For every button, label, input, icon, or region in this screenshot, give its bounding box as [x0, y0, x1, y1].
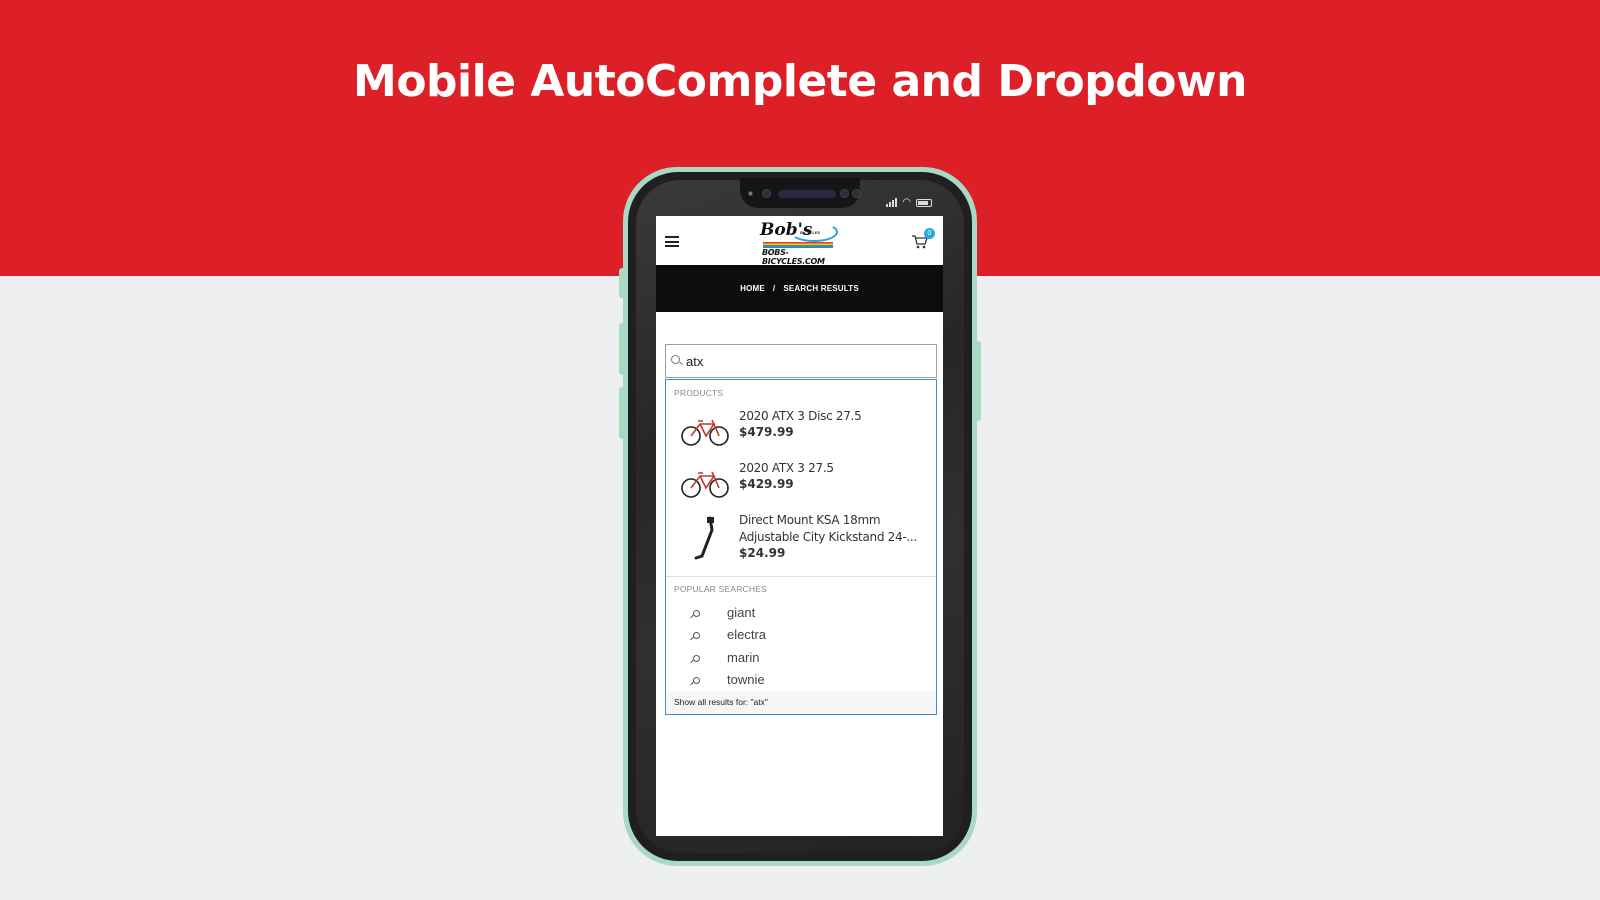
autocomplete-dropdown: PRODUCTS 2020 ATX 3 Disc 27.5 $479.99 20…	[665, 379, 937, 715]
breadcrumb-current: SEARCH RESULTS	[783, 284, 859, 293]
popular-search-item[interactable]: giant	[666, 603, 936, 625]
status-bar: ◠	[886, 197, 932, 208]
page-title: Mobile AutoComplete and Dropdown	[353, 56, 1247, 107]
sensor-dot	[748, 191, 753, 196]
bicycle-icon	[681, 419, 729, 446]
popular-search-label: townie	[727, 672, 765, 687]
search-icon	[693, 632, 700, 639]
breadcrumb-separator: /	[772, 284, 776, 293]
product-suggestion[interactable]: Direct Mount KSA 18mm Adjustable City Ki…	[666, 512, 936, 574]
battery-icon	[916, 198, 932, 207]
wifi-icon: ◠	[902, 197, 911, 208]
show-all-results-link[interactable]: Show all results for: "atx"	[666, 691, 936, 714]
cart-button[interactable]: 0	[911, 228, 935, 250]
kickstand-icon	[694, 516, 714, 560]
breadcrumb: HOME / SEARCH RESULTS	[656, 265, 943, 312]
search-icon	[693, 610, 700, 617]
popular-section-label: POPULAR SEARCHES	[674, 584, 767, 594]
product-suggestion[interactable]: 2020 ATX 3 27.5 $429.99	[666, 460, 936, 508]
section-divider	[666, 576, 936, 577]
breadcrumb-home[interactable]: HOME	[740, 284, 765, 293]
popular-search-item[interactable]: marin	[666, 648, 936, 670]
products-section-label: PRODUCTS	[674, 388, 724, 398]
logo-url: BOBS-BICYCLES.COM	[762, 248, 825, 266]
menu-icon[interactable]	[665, 236, 679, 247]
product-name: 2020 ATX 3 Disc 27.5	[739, 409, 862, 423]
volume-up-button	[619, 323, 625, 375]
product-name: 2020 ATX 3 27.5	[739, 461, 834, 475]
sensor-icon	[840, 189, 849, 198]
bicycle-icon	[681, 471, 729, 498]
earpiece-speaker	[778, 190, 836, 198]
search-field[interactable]	[665, 344, 937, 378]
mute-switch	[619, 268, 625, 298]
product-price: $479.99	[739, 425, 794, 439]
logo-subtitle: BICYCLES	[800, 230, 821, 235]
phone-screen: Bob's BICYCLES BOBS-BICYCLES.COM 0 HOME /…	[656, 216, 943, 836]
search-input[interactable]	[686, 345, 926, 377]
volume-down-button	[619, 387, 625, 439]
product-price: $24.99	[739, 546, 786, 560]
popular-search-label: marin	[727, 650, 760, 665]
cart-count-badge: 0	[924, 228, 935, 239]
signal-icon	[886, 198, 898, 207]
popular-search-label: giant	[727, 605, 756, 620]
product-price: $429.99	[739, 477, 794, 491]
product-suggestion[interactable]: 2020 ATX 3 Disc 27.5 $479.99	[666, 408, 936, 456]
search-icon	[671, 355, 680, 364]
popular-search-item[interactable]: townie	[666, 670, 936, 692]
product-name: Direct Mount KSA 18mm Adjustable City Ki…	[739, 513, 917, 544]
popular-search-item[interactable]: electra	[666, 625, 936, 647]
front-camera-icon	[762, 189, 771, 198]
search-icon	[693, 655, 700, 662]
search-icon	[693, 677, 700, 684]
popular-search-label: electra	[727, 627, 767, 642]
phone-notch	[740, 178, 861, 208]
site-header: Bob's BICYCLES BOBS-BICYCLES.COM 0	[656, 216, 943, 266]
power-button	[975, 341, 981, 421]
sensor-icon	[852, 189, 861, 198]
site-logo[interactable]: Bob's BICYCLES BOBS-BICYCLES.COM	[760, 220, 840, 266]
